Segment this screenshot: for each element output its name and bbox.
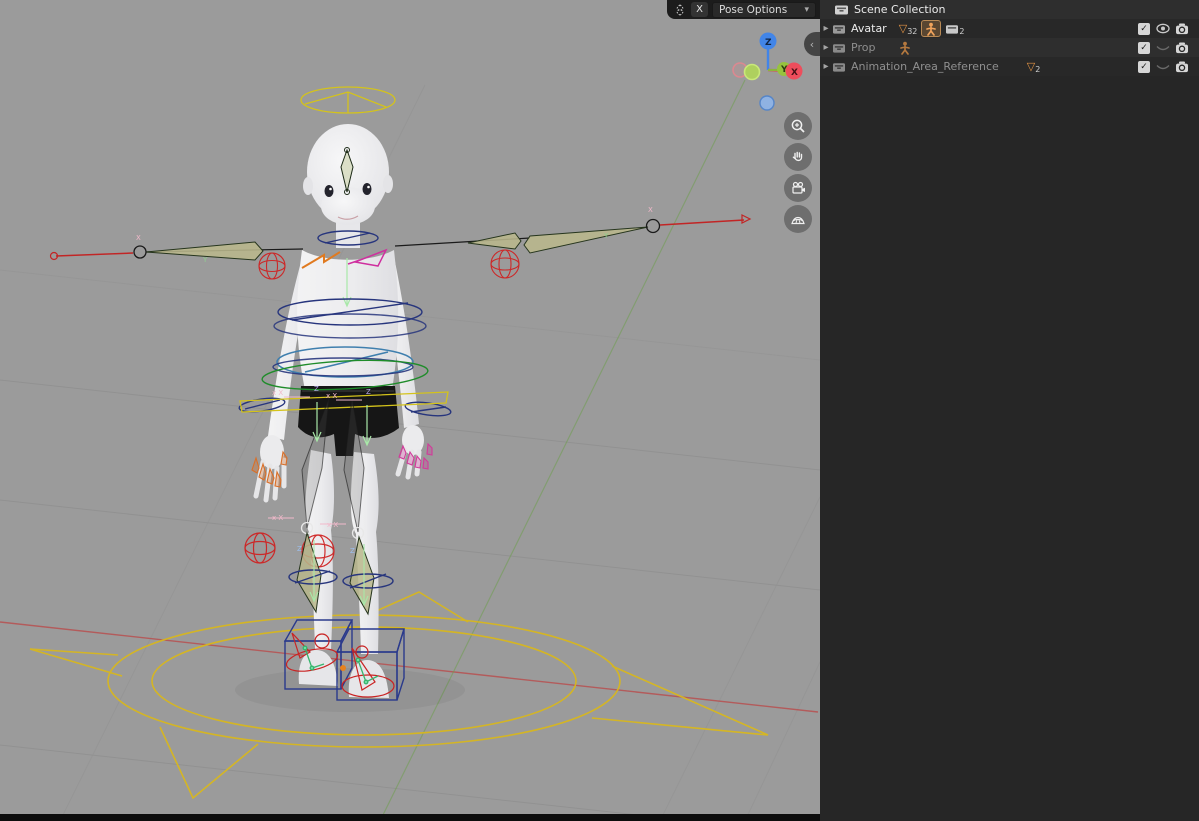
outliner-row-avatar[interactable]: ▸ Avatar ▽32 2 ✓ xyxy=(820,19,1199,38)
viewport-nav-buttons xyxy=(784,112,812,233)
mesh-count-badge: 32 xyxy=(907,27,917,36)
eye-closed-icon[interactable] xyxy=(1156,45,1170,53)
right-eye xyxy=(363,183,372,195)
collection-icon xyxy=(832,23,846,35)
left-eye xyxy=(325,185,334,197)
gizmo-minus-y[interactable] xyxy=(745,65,760,80)
3d-viewport[interactable]: X Y X Y xyxy=(0,0,820,821)
mesh-data-icon: ▽ xyxy=(899,22,907,35)
magnifier-plus-icon xyxy=(790,118,806,134)
svg-text:x X: x X xyxy=(326,392,337,400)
foot-orange-dot xyxy=(340,665,346,671)
collection-icon xyxy=(832,61,846,73)
camera-render-icon[interactable] xyxy=(1175,42,1189,54)
gizmo-minus-z[interactable] xyxy=(760,96,774,110)
y-axis-line xyxy=(380,80,745,821)
collection-icon xyxy=(834,3,849,16)
expand-arrow-icon[interactable]: ▸ xyxy=(820,42,832,53)
armature-active-icon-box[interactable] xyxy=(921,20,941,37)
mirror-x-toggle[interactable]: X xyxy=(691,2,708,17)
eye-open-icon[interactable] xyxy=(1156,23,1170,34)
svg-text:Z: Z xyxy=(350,547,355,555)
camera-view-button[interactable] xyxy=(784,174,812,202)
selectability-checkbox[interactable]: ✓ xyxy=(1138,42,1150,54)
svg-text:Z: Z xyxy=(765,38,772,48)
svg-text:X: X xyxy=(136,234,141,242)
perspective-toggle-button[interactable] xyxy=(784,205,812,233)
outliner-row-animation-area-reference[interactable]: ▸ Animation_Area_Reference ▽ 2 ✓ xyxy=(820,57,1199,76)
right-arm-fk-chain: X Y xyxy=(395,206,750,253)
movie-camera-icon xyxy=(790,180,807,196)
camera-render-icon[interactable] xyxy=(1175,61,1189,73)
pose-options-dropdown[interactable]: Pose Options ▾ xyxy=(712,2,816,18)
svg-text:X: X xyxy=(648,206,653,214)
object-label: Prop xyxy=(851,41,875,54)
armature-overlay[interactable]: X Y X Y xyxy=(51,87,751,700)
collection-count-badge: 2 xyxy=(959,27,964,36)
selectability-checkbox[interactable]: ✓ xyxy=(1138,23,1150,35)
right-panel-column: Scene Collection ▸ Avatar ▽32 xyxy=(820,0,1199,821)
armature-person-icon xyxy=(925,22,937,36)
svg-text:Y: Y xyxy=(603,232,609,240)
viewport-scene[interactable]: X Y X Y xyxy=(0,0,820,821)
expand-arrow-icon[interactable]: ▸ xyxy=(820,23,832,34)
blender-window: X Y X Y xyxy=(0,0,1199,821)
viewport-header: X Pose Options ▾ xyxy=(667,0,820,19)
window-edge xyxy=(0,814,820,821)
svg-text:x X: x X xyxy=(272,389,283,397)
navigation-gizmo[interactable]: Y Z X xyxy=(725,28,820,123)
selectability-checkbox[interactable]: ✓ xyxy=(1138,61,1150,73)
svg-text:Z: Z xyxy=(297,545,302,553)
svg-text:Z: Z xyxy=(366,388,371,396)
camera-render-icon[interactable] xyxy=(1175,23,1189,35)
svg-text:X: X xyxy=(791,68,798,78)
mesh-count-badge: 2 xyxy=(1035,65,1040,74)
head-halo-control xyxy=(301,87,395,113)
object-label: Avatar xyxy=(851,22,887,35)
outliner: Scene Collection ▸ Avatar ▽32 xyxy=(820,0,1199,137)
mesh-data-icon: ▽ xyxy=(1027,60,1035,73)
zoom-button[interactable] xyxy=(784,112,812,140)
expand-arrow-icon[interactable]: ▸ xyxy=(820,61,832,72)
collection-icon xyxy=(945,23,959,35)
svg-text:x X: x X xyxy=(327,521,338,529)
hand-icon xyxy=(790,149,806,165)
object-label: Animation_Area_Reference xyxy=(851,60,999,73)
outliner-row-scene-collection[interactable]: Scene Collection xyxy=(820,0,1199,19)
armature-person-icon xyxy=(899,41,911,55)
pose-options-label: Pose Options xyxy=(719,4,787,16)
collection-icon xyxy=(832,42,846,54)
svg-text:Y: Y xyxy=(202,256,208,264)
mirror-butterfly-icon[interactable] xyxy=(673,3,687,17)
outliner-row-prop[interactable]: ▸ Prop ✓ xyxy=(820,38,1199,57)
chevron-down-icon: ▾ xyxy=(804,5,809,15)
pan-button[interactable] xyxy=(784,143,812,171)
svg-text:Z: Z xyxy=(314,385,319,393)
scene-collection-label: Scene Collection xyxy=(854,3,945,16)
eye-closed-icon[interactable] xyxy=(1156,64,1170,72)
grid-dome-icon xyxy=(790,211,806,227)
left-arm-fk-chain: X Y xyxy=(51,234,304,264)
